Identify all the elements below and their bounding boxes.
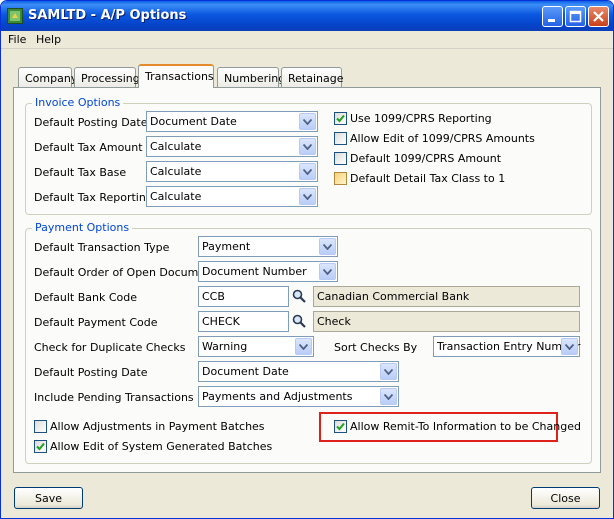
sort-checks-value: Transaction Entry Number [437,340,581,353]
chevron-down-icon[interactable] [319,263,336,280]
chevron-down-icon[interactable] [299,163,316,180]
default-tax-amount-select[interactable]: Calculate [146,136,318,157]
search-icon[interactable] [291,313,309,331]
default-tax-reporting-value: Calculate [150,190,202,203]
close-button[interactable]: Close [531,487,600,509]
default-transaction-type-value: Payment [202,240,251,253]
tab-transactions[interactable]: Transactions [138,64,214,88]
include-pending-select[interactable]: Payments and Adjustments [198,386,399,407]
app-icon [7,8,23,24]
default-transaction-type-label: Default Transaction Type [34,241,170,254]
allow-edit-1099-checkbox[interactable] [334,132,347,145]
tab-retainage[interactable]: Retainage [281,67,344,87]
default-posting-date-label: Default Posting Date [34,116,148,129]
allow-edit-1099-label: Allow Edit of 1099/CPRS Amounts [350,132,535,145]
maximize-button[interactable] [565,6,586,27]
default-posting-date-select[interactable]: Document Date [146,111,318,132]
default-tax-amount-value: Calculate [150,140,202,153]
allow-edit-system-checkbox[interactable] [34,440,47,453]
use-1099-label: Use 1099/CPRS Reporting [350,112,492,125]
chevron-down-icon[interactable] [299,113,316,130]
default-1099-amount-label: Default 1099/CPRS Amount [350,152,502,165]
default-1099-amount-checkbox[interactable] [334,152,347,165]
allow-adjustments-label: Allow Adjustments in Payment Batches [50,420,265,433]
sort-checks-select[interactable]: Transaction Entry Number [433,336,580,357]
include-pending-value: Payments and Adjustments [202,390,353,403]
payment-description-field: Check [313,311,580,332]
chevron-down-icon[interactable] [319,238,336,255]
title-bar[interactable]: SAMLTD - A/P Options [1,1,613,31]
window-title: SAMLTD - A/P Options [28,8,187,23]
chevron-down-icon[interactable] [299,138,316,155]
default-tax-amount-label: Default Tax Amount [34,141,143,154]
default-detail-tax-label: Default Detail Tax Class to 1 [350,172,506,185]
payment-posting-date-label: Default Posting Date [34,366,148,379]
sort-checks-label: Sort Checks By [334,341,418,354]
default-detail-tax-checkbox[interactable] [334,172,347,185]
allow-edit-system-label: Allow Edit of System Generated Batches [50,440,273,453]
duplicate-checks-value: Warning [202,340,248,353]
payment-posting-date-select[interactable]: Document Date [198,361,399,382]
allow-remit-checkbox[interactable] [334,420,347,433]
default-tax-base-value: Calculate [150,165,202,178]
close-window-button[interactable] [588,6,609,27]
save-button[interactable]: Save [14,487,83,509]
default-posting-date-value: Document Date [150,115,237,128]
default-order-open-docs-value: Document Number [202,265,307,278]
tab-numbering[interactable]: Numbering [217,67,285,87]
minimize-button[interactable] [542,6,563,27]
tab-processing[interactable]: Processing [74,67,140,87]
bank-description-field: Canadian Commercial Bank [313,286,580,307]
include-pending-label: Include Pending Transactions [34,391,194,404]
search-icon[interactable] [291,288,309,306]
default-tax-reporting-select[interactable]: Calculate [146,186,318,207]
invoice-options-legend: Invoice Options [32,96,124,109]
window: SAMLTD - A/P Options File Help Company P… [0,0,614,519]
default-order-open-docs-select[interactable]: Document Number [198,261,338,282]
allow-adjustments-checkbox[interactable] [34,420,47,433]
chevron-down-icon[interactable] [380,363,397,380]
default-transaction-type-select[interactable]: Payment [198,236,338,257]
chevron-down-icon[interactable] [380,388,397,405]
tab-company[interactable]: Company [18,67,77,87]
default-tax-reporting-label: Default Tax Reporting [34,191,153,204]
use-1099-checkbox[interactable] [334,112,347,125]
allow-remit-label: Allow Remit-To Information to be Changed [350,420,581,433]
menu-bar: File Help [1,31,613,49]
payment-posting-date-value: Document Date [202,365,289,378]
chevron-down-icon[interactable] [299,188,316,205]
payment-options-legend: Payment Options [32,221,133,234]
default-tax-base-label: Default Tax Base [34,166,127,179]
default-payment-code-label: Default Payment Code [34,316,158,329]
duplicate-checks-select[interactable]: Warning [198,336,314,357]
duplicate-checks-label: Check for Duplicate Checks [34,341,186,354]
payment-code-input[interactable]: CHECK [198,311,289,332]
chevron-down-icon[interactable] [295,338,312,355]
default-order-open-docs-label: Default Order of Open Documents [34,266,223,279]
bank-code-input[interactable]: CCB [198,286,289,307]
menu-help[interactable]: Help [36,33,61,46]
menu-file[interactable]: File [8,33,26,46]
default-bank-code-label: Default Bank Code [34,291,137,304]
chevron-down-icon[interactable] [561,338,578,355]
default-tax-base-select[interactable]: Calculate [146,161,318,182]
